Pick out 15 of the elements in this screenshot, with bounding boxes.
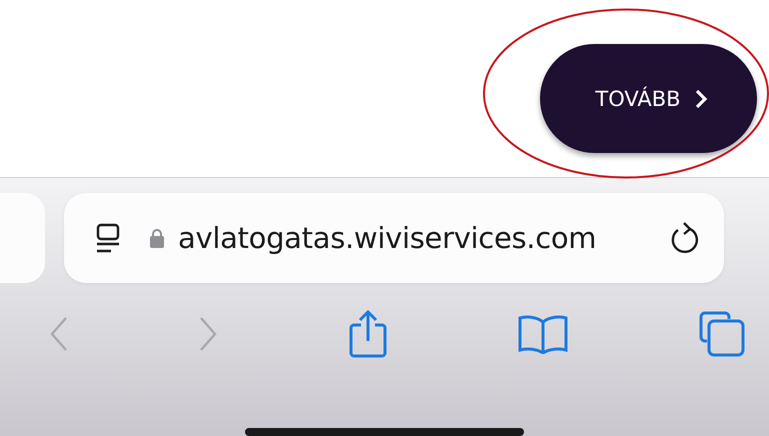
book-icon (518, 314, 568, 354)
back-icon (50, 316, 68, 352)
share-icon (348, 310, 388, 358)
url-text: avlatogatas.wiviservices.com (178, 221, 596, 255)
toolbar-button[interactable] (518, 314, 568, 354)
toolbar-button[interactable] (348, 310, 388, 358)
forward-icon (198, 316, 217, 352)
toolbar-button[interactable] (699, 311, 745, 358)
lock-icon (150, 228, 164, 248)
next-button[interactable]: TOVÁBB (540, 44, 757, 153)
tabs-icon (699, 311, 745, 358)
chevron-icon (694, 88, 708, 108)
reload-icon[interactable] (670, 221, 700, 255)
address-bar[interactable]: avlatogatas.wiviservices.com (64, 193, 724, 283)
reader-icon (96, 223, 120, 253)
